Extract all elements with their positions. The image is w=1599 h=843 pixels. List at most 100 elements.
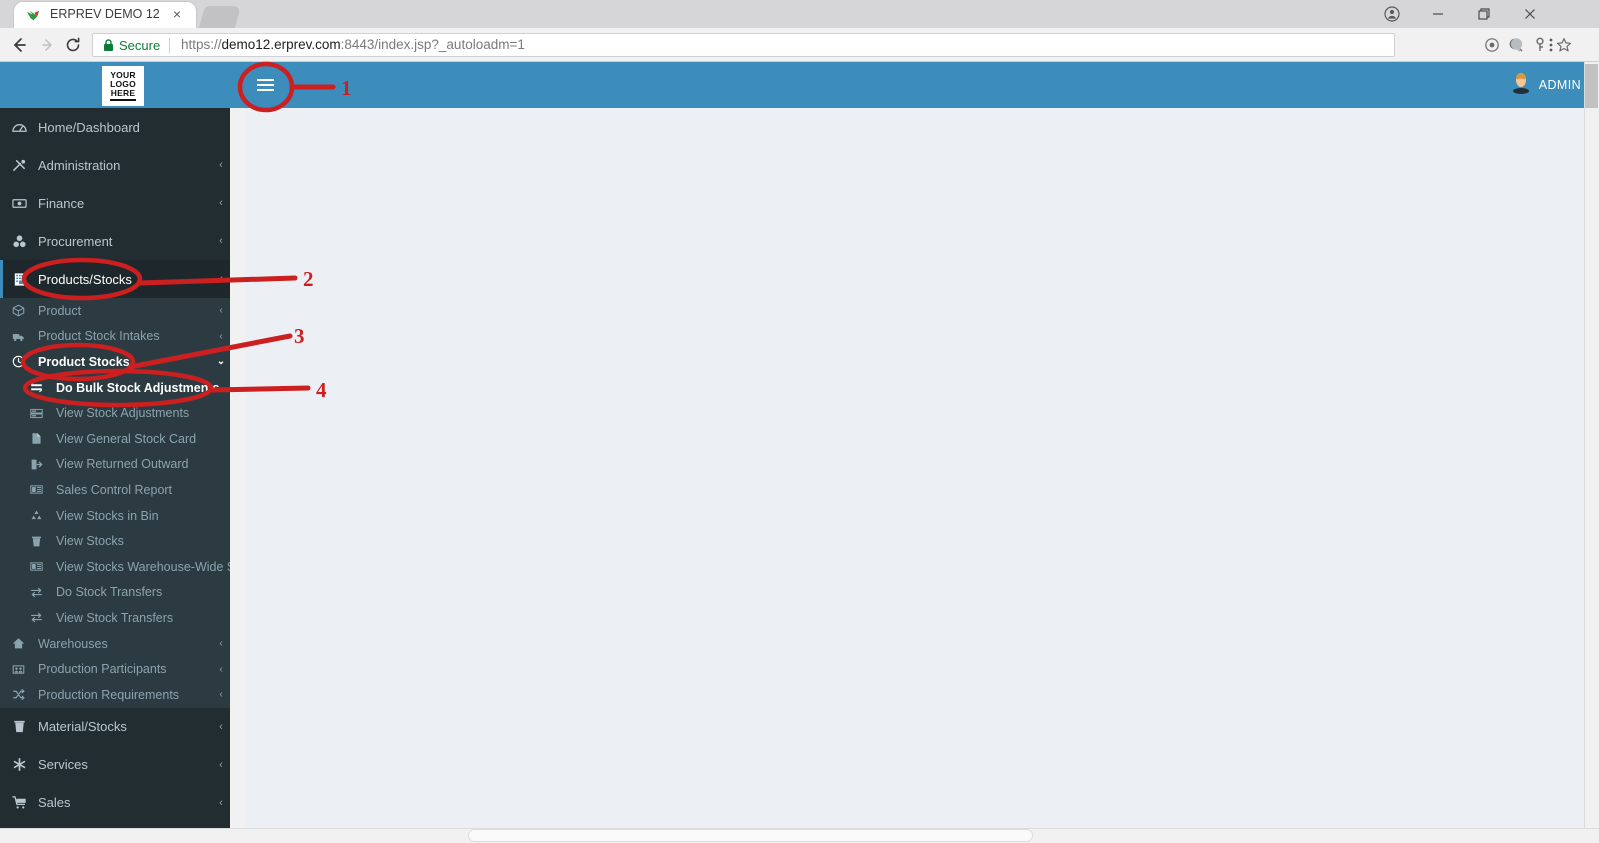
main-content-area bbox=[245, 108, 1599, 843]
page-scrollbar-horizontal[interactable] bbox=[0, 828, 1599, 843]
submenu-item-sales-control-report[interactable]: Sales Control Report bbox=[0, 477, 230, 503]
truck-icon bbox=[12, 330, 38, 343]
app-header: YOUR LOGO HERE ADMIN bbox=[0, 62, 1599, 108]
submenu-item-do-bulk-stock-adjustments[interactable]: Do Bulk Stock Adjustments bbox=[0, 375, 230, 401]
chevron-icon: ‹ bbox=[219, 720, 223, 733]
chevron-icon: ‹ bbox=[219, 197, 223, 209]
submenu-products-stocks: Product ‹ Product Stock Intakes ‹ Produc… bbox=[0, 298, 230, 708]
chevron-icon: ‹ bbox=[219, 758, 223, 771]
address-bar[interactable]: Secure https://demo12.erprev.com:8443/in… bbox=[92, 33, 1395, 57]
list-icon bbox=[30, 407, 56, 420]
sidebar-item-material-stocks[interactable]: Material/Stocks ‹ bbox=[0, 708, 230, 746]
security-label: Secure bbox=[119, 38, 161, 53]
sidebar-item-label: Material/Stocks bbox=[38, 719, 127, 734]
sidebar-item-administration[interactable]: Administration ‹ bbox=[0, 146, 230, 184]
submenu-item-view-stock-transfers[interactable]: View Stock Transfers bbox=[0, 605, 230, 631]
submenu-item-do-stock-transfers[interactable]: Do Stock Transfers bbox=[0, 580, 230, 606]
submenu-item-view-stocks[interactable]: View Stocks bbox=[0, 528, 230, 554]
new-tab-button[interactable] bbox=[198, 6, 242, 28]
page-hscrollbar-thumb[interactable] bbox=[468, 829, 1033, 842]
transfer-icon bbox=[30, 611, 56, 624]
sidebar-item-sales[interactable]: Sales ‹ bbox=[0, 784, 230, 822]
trash-icon bbox=[30, 535, 56, 548]
submenu-item-label: View Stocks bbox=[56, 534, 124, 549]
submenu-item-warehouses[interactable]: Warehouses ‹ bbox=[0, 631, 230, 657]
submenu-item-label: Product Stock Intakes bbox=[38, 329, 160, 344]
submenu-item-label: Production Requirements bbox=[38, 687, 180, 702]
chevron-icon: ‹ bbox=[219, 235, 223, 247]
lock-icon bbox=[103, 39, 114, 52]
submenu-item-production-requirements[interactable]: Production Requirements ‹ bbox=[0, 682, 230, 708]
hamburger-icon[interactable] bbox=[251, 72, 279, 98]
submenu-item-label: Sales Control Report bbox=[56, 482, 173, 497]
chevron-icon: ‹ bbox=[219, 796, 223, 809]
window-close-button[interactable] bbox=[1507, 0, 1553, 28]
building-icon bbox=[12, 272, 38, 287]
sidebar-scrollbar-track[interactable] bbox=[230, 108, 474, 843]
logo-rule bbox=[110, 98, 136, 102]
url-text: https://demo12.erprev.com:8443/index.jsp… bbox=[181, 37, 525, 52]
submenu-item-production-participants[interactable]: Production Participants ‹ bbox=[0, 656, 230, 682]
sidebar-item-products-stocks[interactable]: Products/Stocks ‹ bbox=[0, 260, 230, 298]
submenu-item-label: Product bbox=[38, 303, 82, 318]
user-menu[interactable]: ADMIN bbox=[1512, 62, 1581, 108]
chevron-down-icon: ⌄ bbox=[216, 356, 226, 368]
submenu-item-product-stock-intakes[interactable]: Product Stock Intakes ‹ bbox=[0, 324, 230, 350]
minimize-button[interactable] bbox=[1415, 0, 1461, 28]
submenu-item-view-stocks-in-bin[interactable]: View Stocks in Bin bbox=[0, 503, 230, 529]
submenu-item-label: Product Stocks bbox=[38, 354, 130, 369]
submenu-item-label: View Stock Adjustments bbox=[56, 406, 190, 421]
submenu-item-view-general-stock-card[interactable]: View General Stock Card bbox=[0, 426, 230, 452]
submenu-item-label: View Stock Transfers bbox=[56, 610, 174, 625]
asterisk-icon bbox=[12, 757, 38, 772]
submenu-item-view-returned-outward[interactable]: View Returned Outward bbox=[0, 452, 230, 478]
sidebar-item-services[interactable]: Services ‹ bbox=[0, 746, 230, 784]
page-viewport: YOUR LOGO HERE ADMIN Home/Dashboard Admi… bbox=[0, 62, 1599, 843]
maximize-button[interactable] bbox=[1461, 0, 1507, 28]
browser-tab[interactable]: ERPREV DEMO 12 × bbox=[14, 2, 196, 28]
submenu-item-view-stocks-warehouse-wide[interactable]: View Stocks Warehouse-Wide She bbox=[0, 554, 230, 580]
sidebar-item-procurement[interactable]: Procurement ‹ bbox=[0, 222, 230, 260]
dashboard-icon bbox=[12, 120, 38, 135]
submenu-item-product-stocks[interactable]: Product Stocks ⌄ bbox=[0, 349, 230, 375]
sidebar-item-label: Services bbox=[38, 757, 88, 772]
clock-icon bbox=[12, 355, 38, 368]
sidebar-item-label: Finance bbox=[38, 195, 85, 211]
reload-icon[interactable] bbox=[62, 34, 84, 56]
shuffle-icon bbox=[12, 688, 38, 701]
chevron-icon: ‹ bbox=[219, 273, 223, 285]
cast-icon[interactable] bbox=[1481, 34, 1503, 56]
recycle-icon bbox=[30, 509, 56, 522]
sidebar-item-label: Sales bbox=[38, 795, 71, 810]
trash-icon bbox=[12, 719, 38, 734]
submenu-item-view-stock-adjustments[interactable]: View Stock Adjustments bbox=[0, 400, 230, 426]
tab-title: ERPREV DEMO 12 bbox=[50, 7, 160, 21]
report-icon bbox=[30, 560, 56, 573]
window-controls bbox=[1369, 0, 1599, 28]
extension-icon[interactable] bbox=[1506, 34, 1528, 56]
chevron-icon: ‹ bbox=[219, 159, 223, 171]
sidebar-item-label: Procurement bbox=[38, 233, 113, 249]
profile-icon[interactable] bbox=[1369, 0, 1415, 28]
user-avatar bbox=[1512, 72, 1530, 99]
page-scrollbar-thumb[interactable] bbox=[1585, 64, 1598, 108]
logo-line-3: HERE bbox=[110, 87, 136, 98]
submenu-item-label: Warehouses bbox=[38, 636, 108, 651]
app-logo[interactable]: YOUR LOGO HERE bbox=[102, 66, 144, 106]
submenu-item-label: Do Stock Transfers bbox=[56, 585, 163, 600]
tools-icon bbox=[12, 158, 38, 173]
back-icon[interactable] bbox=[8, 34, 30, 56]
sidebar-item-label: Administration bbox=[38, 157, 121, 173]
sidebar-item-home-dashboard[interactable]: Home/Dashboard bbox=[0, 108, 230, 146]
browser-chrome: ERPREV DEMO 12 × Secure https://demo12.e… bbox=[0, 0, 1599, 62]
transfer-icon bbox=[30, 586, 56, 599]
sidebar-item-label: Products/Stocks bbox=[38, 271, 132, 287]
page-scrollbar-vertical[interactable]: ▲ bbox=[1584, 62, 1599, 843]
omnibox-separator bbox=[169, 38, 170, 53]
sidebar-item-label: Home/Dashboard bbox=[38, 119, 140, 135]
close-icon[interactable]: × bbox=[170, 7, 184, 21]
submenu-item-product[interactable]: Product ‹ bbox=[0, 298, 230, 324]
user-name-label: ADMIN bbox=[1538, 78, 1581, 92]
kebab-menu-icon[interactable] bbox=[1540, 34, 1562, 56]
sidebar-item-finance[interactable]: Finance ‹ bbox=[0, 184, 230, 222]
